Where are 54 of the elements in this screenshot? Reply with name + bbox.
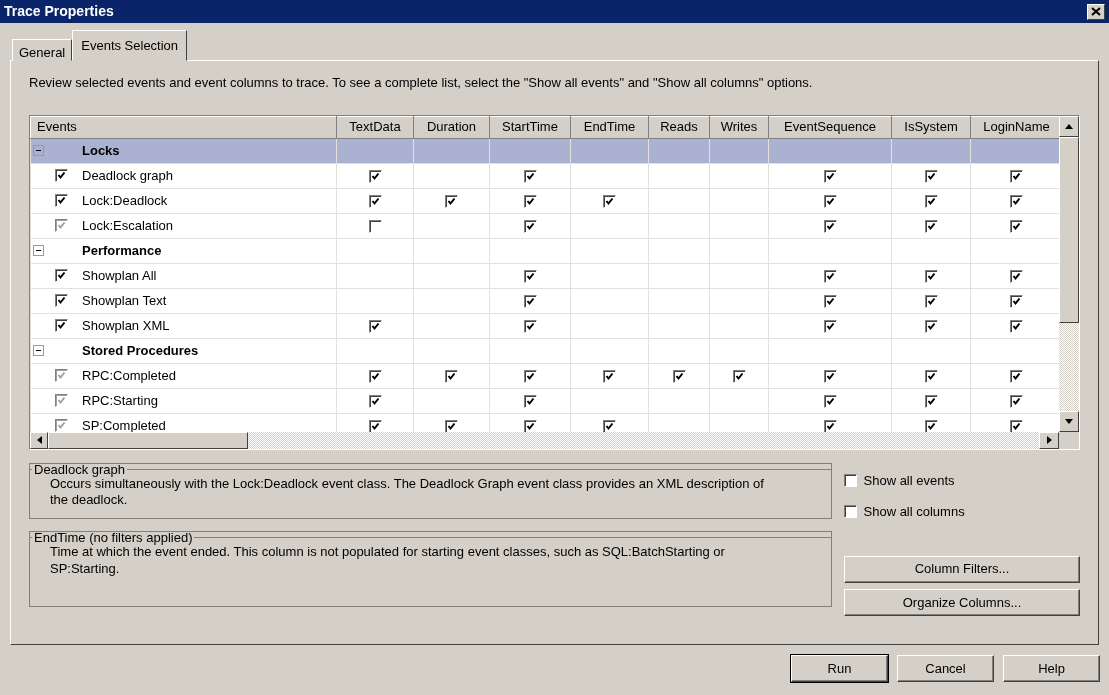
description-text: Time at which the event ended. This column is not populated for starting event classes, such as SQL:BatchStarting or SP:Starting. (49, 544, 726, 578)
event-name: Showplan All (82, 266, 157, 285)
dialog-button[interactable]: Run (791, 655, 888, 682)
column-header[interactable]: EndTime (570, 116, 649, 138)
column-header[interactable]: LoginName (970, 116, 1059, 138)
event-name: Lock:Deadlock (82, 191, 168, 210)
option-label[interactable]: Show all columns (863, 502, 965, 522)
scroll-right-button[interactable] (1039, 431, 1059, 449)
event-name: Showplan XML (82, 316, 170, 335)
event-name: RPC:Starting (82, 391, 158, 410)
event-name: RPC:Completed (82, 366, 176, 385)
scroll-up-button[interactable] (1059, 115, 1079, 137)
instructions-text: Review selected events and event columns to trace. To see a complete list, select the "Show all events" and "Show all columns" options. (29, 74, 814, 92)
close-icon (1091, 7, 1101, 16)
close-button[interactable] (1087, 3, 1105, 20)
category-name: Performance (82, 241, 162, 260)
vertical-scrollbar[interactable] (1059, 115, 1079, 432)
left-arrow-icon (36, 436, 42, 444)
column-header[interactable]: Duration (413, 116, 490, 138)
checkbox[interactable] (844, 473, 857, 487)
column-header[interactable]: Events (30, 116, 337, 138)
horizontal-scrollbar[interactable] (30, 431, 1059, 449)
right-arrow-icon (1046, 436, 1052, 444)
tab[interactable]: General (12, 39, 73, 61)
event-name: Deadlock graph (82, 166, 174, 185)
column-header[interactable]: Reads (648, 116, 710, 138)
column-header[interactable]: StartTime (489, 116, 571, 138)
event-name: Showplan Text (82, 291, 167, 310)
column-header[interactable]: IsSystem (891, 116, 971, 138)
window-title: Trace Properties (4, 2, 114, 21)
column-header[interactable]: TextData (336, 116, 414, 138)
category-name: Stored Procedures (82, 341, 199, 360)
group-title: EndTime (no filters applied) (33, 531, 194, 544)
dialog-button[interactable]: Column Filters... (844, 555, 1080, 583)
column-header[interactable]: Writes (709, 116, 769, 138)
scrollbar-thumb[interactable] (48, 431, 248, 449)
dialog-button[interactable]: Cancel (897, 655, 994, 682)
event-name: Lock:Escalation (82, 216, 174, 235)
collapse-icon[interactable] (33, 345, 44, 356)
option-label[interactable]: Show all events (863, 470, 955, 490)
dialog-button[interactable]: Organize Columns... (844, 589, 1080, 616)
scroll-down-button[interactable] (1059, 410, 1079, 432)
group-title: Deadlock graph (33, 462, 127, 476)
checkbox[interactable] (844, 505, 857, 519)
column-header[interactable]: EventSequence (768, 116, 892, 138)
scrollbar-thumb[interactable] (1059, 136, 1079, 323)
collapse-icon[interactable] (33, 245, 44, 256)
collapse-icon[interactable] (33, 145, 44, 156)
tab[interactable]: Events Selection (72, 29, 188, 61)
scroll-left-button[interactable] (30, 431, 48, 449)
down-arrow-icon (1065, 418, 1073, 424)
dialog-button[interactable]: Help (1003, 655, 1100, 682)
category-name: Locks (82, 141, 120, 160)
up-arrow-icon (1065, 123, 1073, 129)
